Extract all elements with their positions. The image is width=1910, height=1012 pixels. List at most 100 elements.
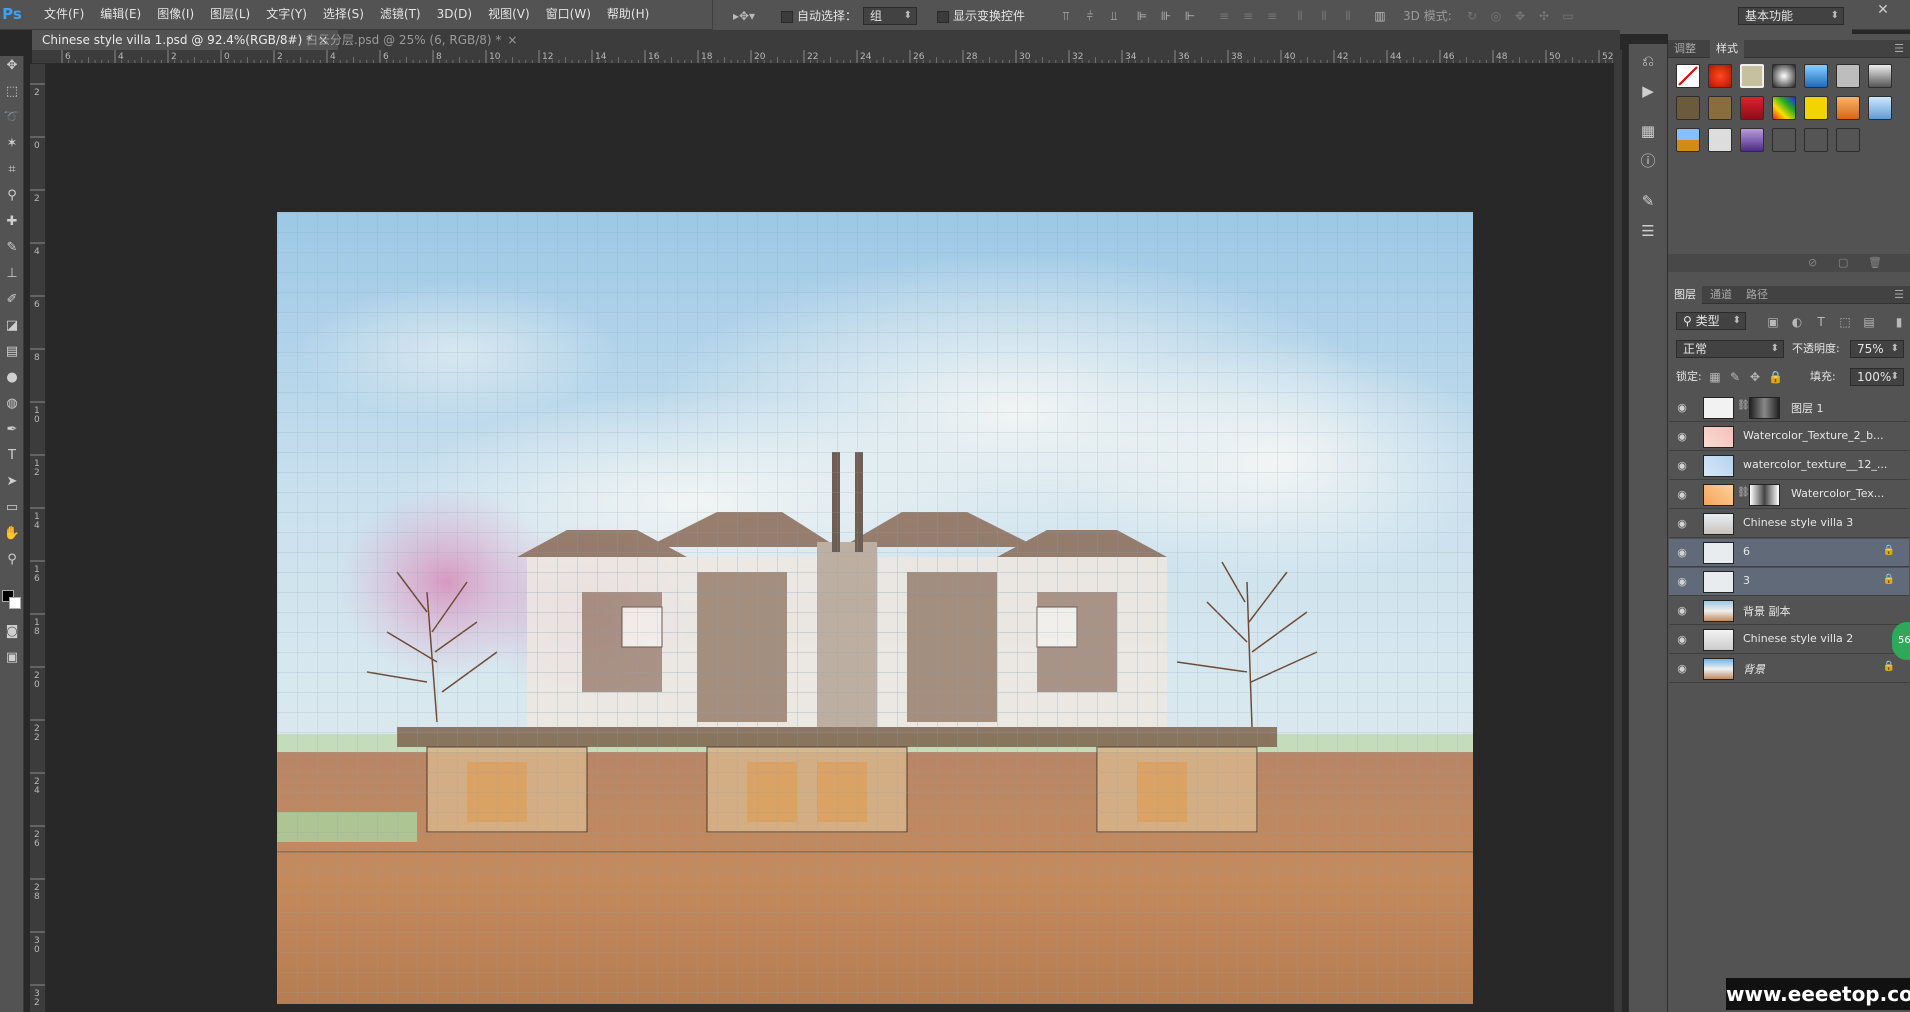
menu-3d[interactable]: 3D(D) <box>429 0 480 30</box>
delete-style-icon[interactable]: ⊘ <box>1808 256 1817 269</box>
blur-tool-icon[interactable]: ● <box>2 368 22 388</box>
style-yellow-swatch[interactable] <box>1804 96 1828 120</box>
eraser-tool-icon[interactable]: ◪ <box>2 316 22 336</box>
marquee-tool-icon[interactable]: ⬚ <box>2 82 22 102</box>
layer-row[interactable]: ◉ Watercolor_Texture_2_b... <box>1669 423 1909 451</box>
menu-filter[interactable]: 滤镜(T) <box>372 0 429 30</box>
lasso-tool-icon[interactable]: ➰ <box>2 108 22 128</box>
adjust-sliders-icon[interactable]: ☰ <box>1637 220 1659 242</box>
layer-row[interactable]: ◉ ⛓ Watercolor_Tex... <box>1669 481 1909 509</box>
style-empty-2-swatch[interactable] <box>1804 128 1828 152</box>
history-brush-tool-icon[interactable]: ✐ <box>2 290 22 310</box>
visibility-eye-icon[interactable]: ◉ <box>1675 488 1689 502</box>
menu-help[interactable]: 帮助(H) <box>599 0 657 30</box>
layer-filter-dropdown[interactable]: ⚲ 类型 <box>1676 312 1746 330</box>
visibility-eye-icon[interactable]: ◉ <box>1675 633 1689 647</box>
blend-mode-dropdown[interactable]: 正常 <box>1676 340 1784 358</box>
style-orange-swatch[interactable] <box>1836 96 1860 120</box>
close-icon[interactable]: ✕ <box>1874 1 1892 19</box>
auto-align-icon[interactable]: ▥ <box>1373 9 1387 23</box>
align-top-icon[interactable]: ⫪ <box>1059 9 1073 23</box>
path-selection-tool-icon[interactable]: ➤ <box>2 472 22 492</box>
style-purple-swatch[interactable] <box>1740 128 1764 152</box>
lock-image-icon[interactable]: ✎ <box>1728 370 1742 384</box>
layer-row[interactable]: ◉ 6 🔒 <box>1669 539 1909 567</box>
style-rainbow-swatch[interactable] <box>1772 96 1796 120</box>
brush-presets-icon[interactable]: ✎ <box>1637 190 1659 212</box>
style-sky-swatch[interactable] <box>1868 96 1892 120</box>
tab-layers[interactable]: 图层 <box>1668 286 1702 304</box>
tab-close-icon[interactable]: × <box>507 33 517 47</box>
dodge-tool-icon[interactable]: ◍ <box>2 394 22 414</box>
tab-paths[interactable]: 路径 <box>1740 286 1774 304</box>
filter-shape-icon[interactable]: ⬚ <box>1838 315 1852 329</box>
magic-wand-tool-icon[interactable]: ✶ <box>2 134 22 154</box>
tab-adjustments[interactable]: 调整 <box>1668 40 1702 58</box>
background-color-swatch[interactable] <box>9 597 21 609</box>
notification-badge[interactable]: 56 <box>1892 622 1910 660</box>
canvas-vertical-scrollbar[interactable] <box>1614 50 1622 1012</box>
workspace-dropdown[interactable]: 基本功能 <box>1738 7 1844 25</box>
menu-edit[interactable]: 编辑(E) <box>92 0 149 30</box>
zoom-tool-icon[interactable]: ⚲ <box>2 550 22 570</box>
artwork-canvas[interactable] <box>277 212 1473 1004</box>
clone-stamp-tool-icon[interactable]: ⊥ <box>2 264 22 284</box>
panel-menu-icon[interactable]: ☰ <box>1888 286 1910 304</box>
layer-row[interactable]: ◉ Chinese style villa 3 <box>1669 510 1909 538</box>
new-style-icon[interactable]: ▢ <box>1838 256 1848 269</box>
visibility-eye-icon[interactable]: ◉ <box>1675 430 1689 444</box>
menu-image[interactable]: 图像(I) <box>149 0 202 30</box>
auto-select-checkbox[interactable]: 自动选择： <box>781 7 857 25</box>
align-right-icon[interactable]: ⊩ <box>1183 9 1197 23</box>
layer-row[interactable]: ◉ 3 🔒 <box>1669 568 1909 596</box>
opacity-field[interactable]: 75% <box>1850 340 1904 358</box>
hand-tool-icon[interactable]: ✋ <box>2 524 22 544</box>
style-none-swatch[interactable] <box>1676 64 1700 88</box>
fill-field[interactable]: 100% <box>1850 368 1904 386</box>
menu-type[interactable]: 文字(Y) <box>258 0 315 30</box>
info-panel-icon[interactable]: ⓘ <box>1637 150 1659 172</box>
tab-document-villa[interactable]: Chinese style villa 1.psd @ 92.4%(RGB/8#… <box>32 30 339 50</box>
align-hcenter-icon[interactable]: ⊪ <box>1159 9 1173 23</box>
visibility-eye-icon[interactable]: ◉ <box>1675 401 1689 415</box>
healing-brush-tool-icon[interactable]: ✚ <box>2 212 22 232</box>
tab-styles[interactable]: 样式 <box>1710 40 1744 58</box>
menu-file[interactable]: 文件(F) <box>36 0 92 30</box>
eyedropper-tool-icon[interactable]: ⚲ <box>2 186 22 206</box>
layer-row[interactable]: ◉ Chinese style villa 2 <box>1669 626 1909 654</box>
style-metal-swatch[interactable] <box>1868 64 1892 88</box>
pen-tool-icon[interactable]: ✒ <box>2 420 22 440</box>
move-tool-preset-icon[interactable]: ▸✥▾ <box>729 9 759 23</box>
align-bottom-icon[interactable]: ⫫ <box>1107 9 1121 23</box>
quick-mask-icon[interactable]: ◙ <box>2 622 22 642</box>
menu-view[interactable]: 视图(V) <box>480 0 538 30</box>
filter-type-icon[interactable]: T <box>1814 315 1828 329</box>
align-left-icon[interactable]: ⊫ <box>1135 9 1149 23</box>
tab-document-clouds[interactable]: 白云分层.psd @ 25% (6, RGB/8) * × <box>296 30 527 50</box>
panel-menu-icon[interactable]: ☰ <box>1888 40 1910 58</box>
menu-select[interactable]: 选择(S) <box>315 0 372 30</box>
visibility-eye-icon[interactable]: ◉ <box>1675 459 1689 473</box>
visibility-eye-icon[interactable]: ◉ <box>1675 546 1689 560</box>
visibility-eye-icon[interactable]: ◉ <box>1675 662 1689 676</box>
style-wood-dark-swatch[interactable] <box>1676 96 1700 120</box>
tab-channels[interactable]: 通道 <box>1704 286 1738 304</box>
lock-position-icon[interactable]: ✥ <box>1748 370 1762 384</box>
align-vcenter-icon[interactable]: ⫩ <box>1083 9 1097 23</box>
brush-tool-icon[interactable]: ✎ <box>2 238 22 258</box>
layer-row[interactable]: ◉ ⛓ 图层 1 <box>1669 394 1909 422</box>
style-empty-1-swatch[interactable] <box>1772 128 1796 152</box>
crop-tool-icon[interactable]: ⌗ <box>2 160 22 180</box>
style-empty-3-swatch[interactable] <box>1836 128 1860 152</box>
filter-smart-object-icon[interactable]: ▤ <box>1862 315 1876 329</box>
layer-row[interactable]: ◉ 背景 副本 <box>1669 597 1909 625</box>
lock-all-icon[interactable]: 🔒 <box>1768 370 1783 384</box>
screen-mode-icon[interactable]: ▣ <box>2 648 22 668</box>
gradient-tool-icon[interactable]: ▤ <box>2 342 22 362</box>
style-blue-glass-swatch[interactable] <box>1804 64 1828 88</box>
properties-panel-icon[interactable]: ▦ <box>1637 120 1659 142</box>
show-transform-checkbox[interactable]: 显示变换控件 <box>937 7 1025 25</box>
filter-toggle-icon[interactable]: ▮ <box>1892 315 1906 329</box>
menu-layer[interactable]: 图层(L) <box>202 0 258 30</box>
style-tan-border-swatch[interactable] <box>1740 64 1764 88</box>
